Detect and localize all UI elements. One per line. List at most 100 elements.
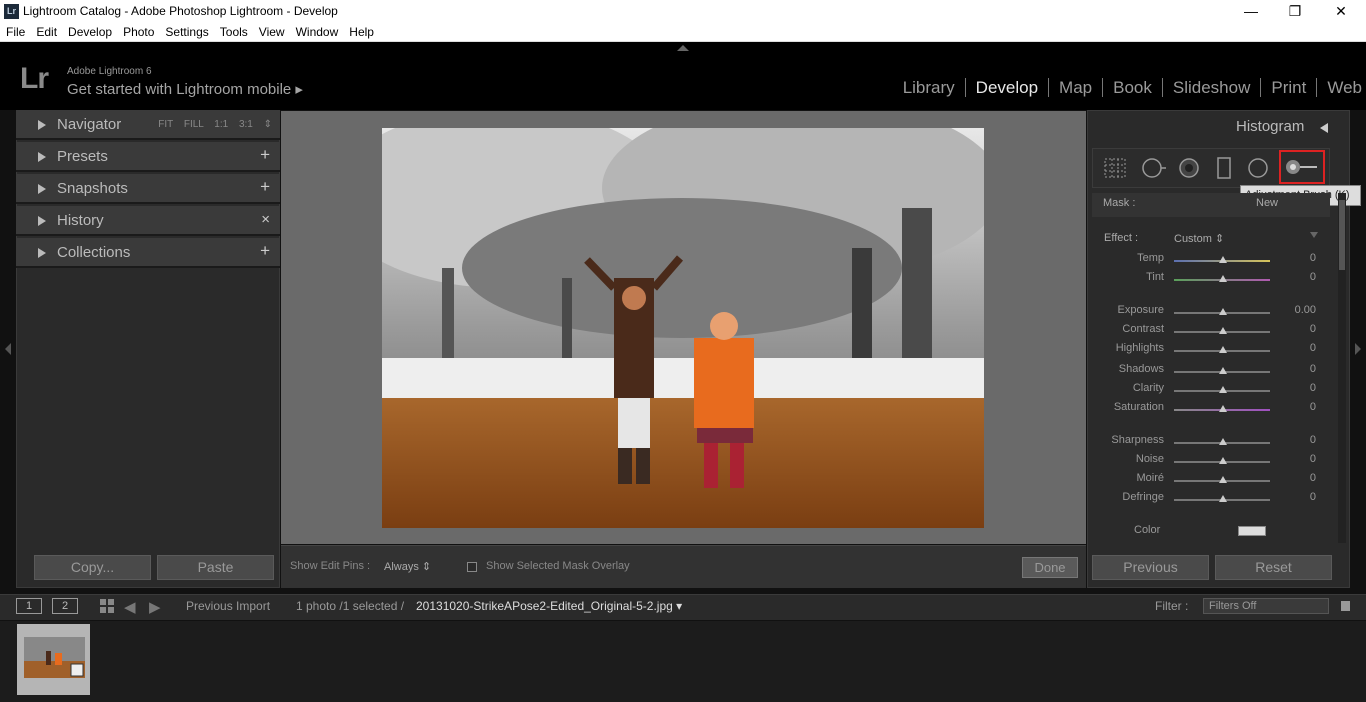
expand-triangle-icon <box>38 152 46 162</box>
exposure-value[interactable]: 0.00 <box>1280 304 1316 316</box>
menu-photo[interactable]: Photo <box>117 23 159 39</box>
filter-select[interactable]: Filters Off <box>1203 598 1329 614</box>
menu-window[interactable]: Window <box>290 23 344 39</box>
module-web[interactable]: Web <box>1317 78 1362 97</box>
exposure-label: Exposure <box>1117 304 1164 316</box>
forward-arrow-icon[interactable]: ▶ <box>149 598 161 616</box>
moire-value[interactable]: 0 <box>1280 472 1316 484</box>
module-library[interactable]: Library <box>893 78 966 97</box>
menu-settings[interactable]: Settings <box>159 23 213 39</box>
filter-lock-icon[interactable] <box>1341 601 1350 611</box>
navigator-zoom-options[interactable]: FIT FILL 1:1 3:1 ⇕ <box>158 119 272 130</box>
color-swatch[interactable] <box>1238 526 1266 536</box>
sharpness-slider-thumb[interactable] <box>1219 438 1227 445</box>
clarity-value[interactable]: 0 <box>1280 382 1316 394</box>
clarity-slider-thumb[interactable] <box>1219 386 1227 393</box>
sharpness-value[interactable]: 0 <box>1280 434 1316 446</box>
noise-slider-thumb[interactable] <box>1219 457 1227 464</box>
noise-value[interactable]: 0 <box>1280 453 1316 465</box>
spot-removal-icon[interactable] <box>1141 157 1166 179</box>
tint-value[interactable]: 0 <box>1280 271 1316 283</box>
right-panel-scroll-thumb[interactable] <box>1339 200 1345 270</box>
history-panel-header[interactable]: History × <box>16 206 280 236</box>
navigator-panel-header[interactable]: Navigator FIT FILL 1:1 3:1 ⇕ <box>16 110 280 140</box>
contrast-value[interactable]: 0 <box>1280 323 1316 335</box>
filename-dropdown[interactable]: 20131020-StrikeAPose2-Edited_Original-5-… <box>416 599 682 613</box>
photo-count: 1 photo /1 selected / <box>296 599 405 613</box>
module-print[interactable]: Print <box>1261 78 1318 97</box>
menu-develop[interactable]: Develop <box>62 23 117 39</box>
saturation-slider-thumb[interactable] <box>1219 405 1227 412</box>
filter-label: Filter : <box>1155 599 1189 613</box>
main-window-button[interactable]: 1 <box>16 598 42 614</box>
tint-slider-thumb[interactable] <box>1219 275 1227 282</box>
temp-slider-thumb[interactable] <box>1219 256 1227 263</box>
reset-button[interactable]: Reset <box>1215 555 1332 580</box>
copy-button[interactable]: Copy... <box>34 555 151 580</box>
module-develop[interactable]: Develop <box>966 78 1050 97</box>
add-snapshot-icon[interactable]: + <box>260 177 270 197</box>
paste-button[interactable]: Paste <box>157 555 274 580</box>
grid-view-icon[interactable] <box>100 599 114 613</box>
clear-history-icon[interactable]: × <box>261 211 270 228</box>
crop-overlay-icon[interactable] <box>1103 157 1127 179</box>
highlights-slider-thumb[interactable] <box>1219 346 1227 353</box>
menu-bar: File Edit Develop Photo Settings Tools View Win… <box>0 23 1366 42</box>
module-map[interactable]: Map <box>1049 78 1104 97</box>
add-preset-icon[interactable]: + <box>260 145 270 165</box>
temp-value[interactable]: 0 <box>1280 252 1316 264</box>
snapshots-panel-header[interactable]: Snapshots + <box>16 174 280 204</box>
histogram-label[interactable]: Histogram <box>1236 118 1304 135</box>
collapse-right-panel-icon[interactable] <box>1355 343 1361 355</box>
histogram-collapse-icon[interactable] <box>1320 123 1328 133</box>
window-title: Lightroom Catalog - Adobe Photoshop Ligh… <box>23 4 338 18</box>
effect-collapse-icon[interactable] <box>1310 232 1318 238</box>
collapse-left-panel-icon[interactable] <box>5 343 11 355</box>
lightroom-mobile-link[interactable]: Get started with Lightroom mobile ▸ <box>67 80 303 98</box>
sharpness-label: Sharpness <box>1111 434 1164 446</box>
tint-label: Tint <box>1146 271 1164 283</box>
thumbnail-image[interactable] <box>24 637 85 678</box>
mask-overlay-checkbox[interactable] <box>467 562 477 572</box>
effect-select[interactable]: Custom ⇕ <box>1174 232 1224 245</box>
shadows-slider-thumb[interactable] <box>1219 367 1227 374</box>
defringe-slider-thumb[interactable] <box>1219 495 1227 502</box>
graduated-filter-icon[interactable] <box>1212 157 1236 179</box>
secondary-window-button[interactable]: 2 <box>52 598 78 614</box>
done-button[interactable]: Done <box>1022 557 1078 578</box>
shadows-label: Shadows <box>1118 363 1164 375</box>
photo-image <box>382 128 984 528</box>
maximize-button[interactable]: ❐ <box>1272 0 1318 23</box>
color-label: Color <box>1134 524 1161 536</box>
menu-view[interactable]: View <box>253 23 290 39</box>
mask-new-button[interactable]: New <box>1256 197 1278 209</box>
exposure-slider-thumb[interactable] <box>1219 308 1227 315</box>
presets-panel-header[interactable]: Presets + <box>16 142 280 172</box>
add-collection-icon[interactable]: + <box>260 241 270 261</box>
module-slideshow[interactable]: Slideshow <box>1163 78 1262 97</box>
previous-button[interactable]: Previous <box>1092 555 1209 580</box>
minimize-button[interactable]: — <box>1228 0 1274 23</box>
collections-panel-header[interactable]: Collections + <box>16 238 280 268</box>
contrast-slider-thumb[interactable] <box>1219 327 1227 334</box>
radial-filter-icon[interactable] <box>1246 157 1270 179</box>
menu-tools[interactable]: Tools <box>214 23 253 39</box>
source-label[interactable]: Previous Import <box>186 599 270 613</box>
adjustment-brush-icon[interactable] <box>1279 150 1325 184</box>
defringe-value[interactable]: 0 <box>1280 491 1316 503</box>
menu-help[interactable]: Help <box>343 23 379 39</box>
close-button[interactable]: ✕ <box>1318 0 1364 23</box>
shadows-value[interactable]: 0 <box>1280 363 1316 375</box>
red-eye-icon[interactable] <box>1177 157 1201 179</box>
menu-file[interactable]: File <box>0 23 30 39</box>
module-book[interactable]: Book <box>1103 78 1163 97</box>
menu-edit[interactable]: Edit <box>30 23 62 39</box>
photo-preview[interactable] <box>382 128 984 528</box>
highlights-value[interactable]: 0 <box>1280 342 1316 354</box>
mask-overlay-label[interactable]: Show Selected Mask Overlay <box>486 560 630 572</box>
show-edit-pins-select[interactable]: Always ⇕ <box>384 560 431 573</box>
back-arrow-icon[interactable]: ◀ <box>124 598 136 616</box>
collapse-top-panel-icon[interactable] <box>677 45 689 51</box>
saturation-value[interactable]: 0 <box>1280 401 1316 413</box>
moire-slider-thumb[interactable] <box>1219 476 1227 483</box>
